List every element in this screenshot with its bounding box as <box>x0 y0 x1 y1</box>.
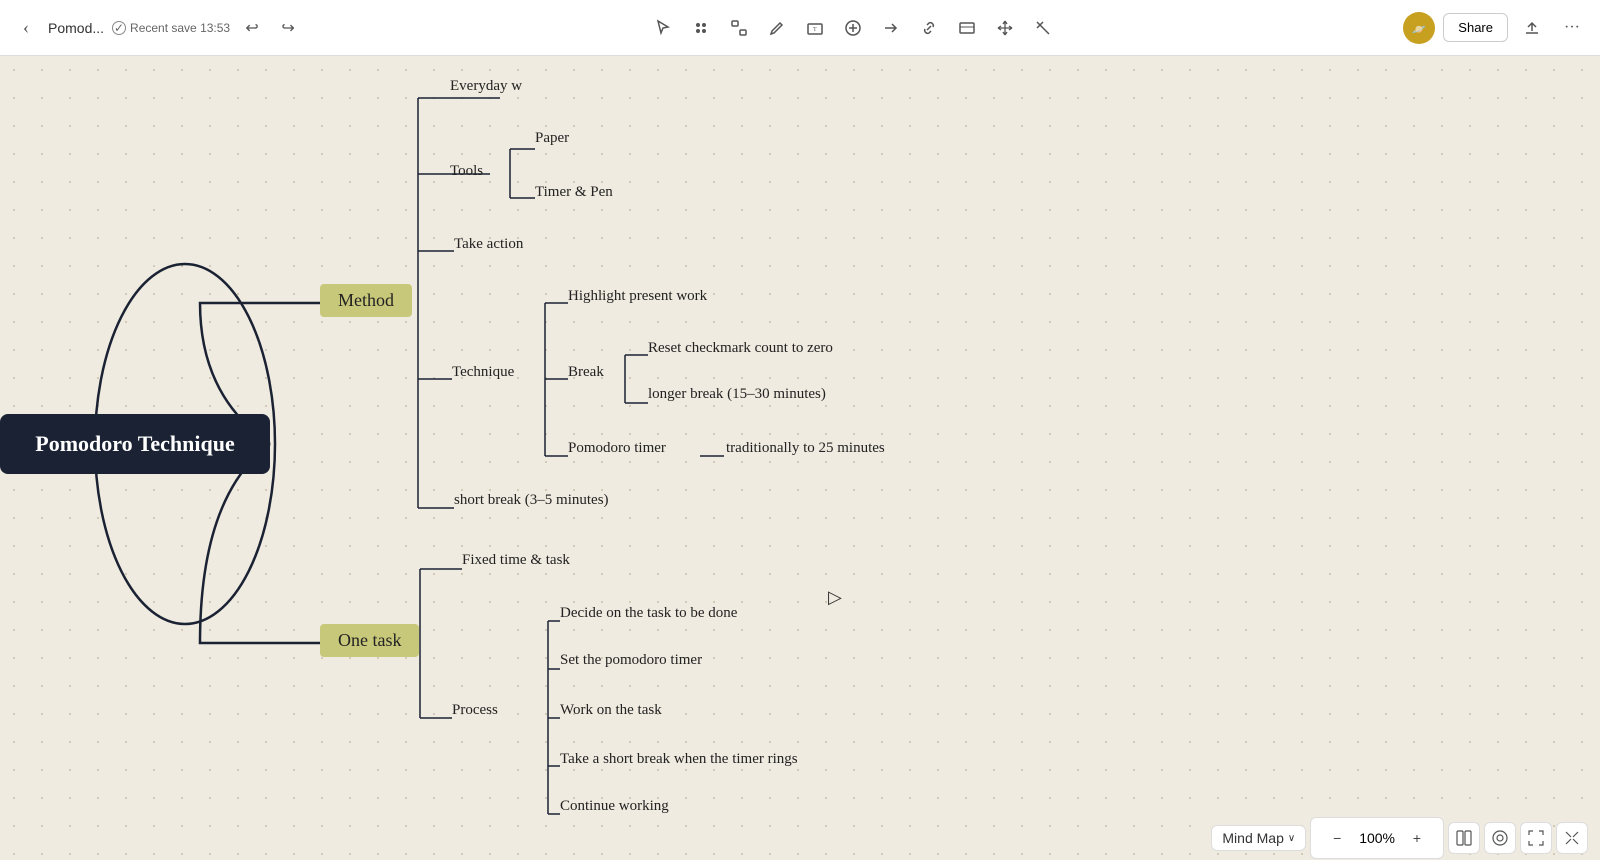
root-node[interactable]: Pomodoro Technique <box>0 414 270 474</box>
plus-tool[interactable] <box>836 11 870 45</box>
continue-node[interactable]: Continue working <box>560 798 669 815</box>
connector-tool[interactable] <box>722 11 756 45</box>
cursor-indicator: ▷ <box>828 587 842 608</box>
traditionally-node[interactable]: traditionally to 25 minutes <box>726 440 885 457</box>
top-toolbar: ‹ Pomod... ✓ Recent save 13:53 ↩ ↪ T <box>0 0 1600 56</box>
back-button[interactable]: ‹ <box>12 14 40 42</box>
redo-button[interactable]: ↪ <box>274 14 302 42</box>
onetask-node[interactable]: One task <box>320 624 419 657</box>
break-node[interactable]: Break <box>568 364 604 381</box>
short-break2-node[interactable]: Take a short break when the timer rings <box>560 751 798 768</box>
technique-node[interactable]: Technique <box>452 364 514 381</box>
toolbar-right: 🪐 Share ··· <box>1403 12 1588 44</box>
more-options-button[interactable]: ··· <box>1556 12 1588 44</box>
canvas-area[interactable]: Pomodoro Technique Method One task Every… <box>0 56 1600 860</box>
eraser-tool[interactable] <box>1026 11 1060 45</box>
select-tool[interactable] <box>646 11 680 45</box>
zoom-in-button[interactable]: + <box>1401 822 1433 854</box>
save-status: ✓ Recent save 13:53 <box>112 21 230 35</box>
expand-button[interactable] <box>1556 822 1588 854</box>
arrow-tool[interactable] <box>874 11 908 45</box>
highlight-node[interactable]: Highlight present work <box>568 288 707 305</box>
method-node[interactable]: Method <box>320 284 412 317</box>
process-node[interactable]: Process <box>452 702 498 719</box>
pomodoro-timer-node[interactable]: Pomodoro timer <box>568 440 666 457</box>
share-button[interactable]: Share <box>1443 13 1508 42</box>
map-type-selector[interactable]: Mind Map ∨ <box>1211 825 1306 851</box>
timer-pen-node[interactable]: Timer & Pen <box>535 184 613 201</box>
pen-tool[interactable] <box>760 11 794 45</box>
lock-button[interactable] <box>1484 822 1516 854</box>
link-tool[interactable] <box>912 11 946 45</box>
short-break-node[interactable]: short break (3–5 minutes) <box>454 492 609 509</box>
decide-node[interactable]: Decide on the task to be done <box>560 605 737 622</box>
undo-button[interactable]: ↩ <box>238 14 266 42</box>
set-timer-node[interactable]: Set the pomodoro timer <box>560 652 702 669</box>
media-tool[interactable] <box>950 11 984 45</box>
tools-node[interactable]: Tools <box>450 163 483 180</box>
toolbar-tools: T <box>302 11 1403 45</box>
fixed-time-node[interactable]: Fixed time & task <box>462 552 570 569</box>
svg-text:🪐: 🪐 <box>1412 24 1426 36</box>
reset-node[interactable]: Reset checkmark count to zero <box>648 340 833 357</box>
zoom-out-button[interactable]: − <box>1321 822 1353 854</box>
hand-tool[interactable] <box>684 11 718 45</box>
move-tool[interactable] <box>988 11 1022 45</box>
columns-button[interactable] <box>1448 822 1480 854</box>
work-task-node[interactable]: Work on the task <box>560 702 662 719</box>
document-title[interactable]: Pomod... <box>48 20 104 36</box>
paper-node[interactable]: Paper <box>535 130 569 147</box>
fullscreen-button[interactable] <box>1520 822 1552 854</box>
user-avatar[interactable]: 🪐 <box>1403 12 1435 44</box>
take-action-node[interactable]: Take action <box>454 236 523 253</box>
save-check-icon: ✓ <box>112 21 126 35</box>
zoom-level: 100% <box>1359 830 1395 846</box>
upload-button[interactable] <box>1516 12 1548 44</box>
bottom-toolbar: Mind Map ∨ − 100% + <box>1199 816 1600 860</box>
frame-tool[interactable]: T <box>798 11 832 45</box>
everyday-node[interactable]: Everyday w <box>450 78 522 95</box>
svg-text:T: T <box>813 27 817 33</box>
longer-break-node[interactable]: longer break (15–30 minutes) <box>648 386 826 403</box>
zoom-controls: − 100% + <box>1310 817 1444 859</box>
toolbar-left: ‹ Pomod... ✓ Recent save 13:53 ↩ ↪ <box>12 14 302 42</box>
